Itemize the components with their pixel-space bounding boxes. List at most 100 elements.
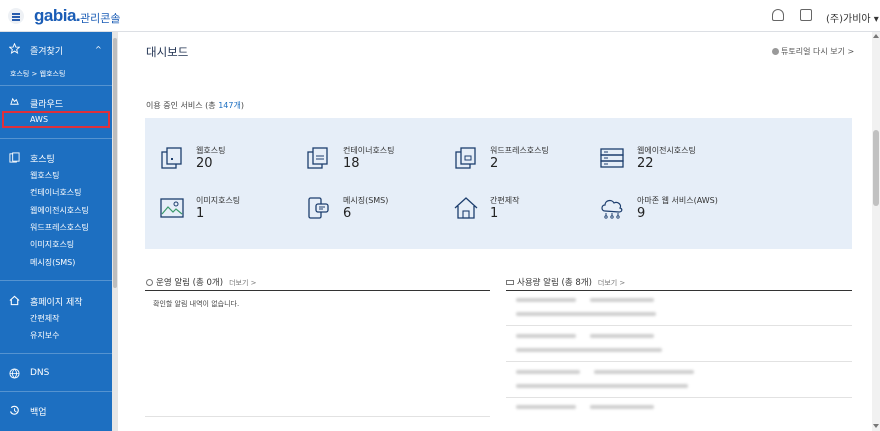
- sidebar-item-cloud[interactable]: 클라우드: [30, 97, 63, 110]
- gear-icon: [146, 279, 153, 286]
- services-caption-prefix: 이용 중인 서비스 (총: [146, 101, 219, 110]
- blurred-text: [516, 405, 576, 409]
- wordpress-hosting-icon: [455, 147, 476, 169]
- service-name[interactable]: 간편제작: [490, 195, 519, 206]
- sidebar-item-homepage[interactable]: 홈페이지 제작: [30, 295, 83, 308]
- blurred-text: [594, 370, 694, 374]
- service-name[interactable]: 웹에이전시호스팅: [637, 145, 696, 156]
- sidebar-scroll-thumb[interactable]: [113, 38, 117, 288]
- sidebar-item-wordpress-hosting[interactable]: 워드프레스호스팅: [30, 222, 89, 233]
- sidebar-item-easy-build[interactable]: 간편제작: [30, 313, 59, 324]
- list-divider: [506, 397, 852, 398]
- sidebar-divider: [0, 138, 112, 139]
- gabia-logo[interactable]: gabia.: [34, 6, 81, 26]
- ops-notice-bottom-divider: [145, 416, 490, 417]
- services-panel: [145, 118, 852, 249]
- chevron-up-icon[interactable]: ^: [95, 45, 102, 54]
- ops-notice-empty: 확인할 알림 내역이 없습니다.: [153, 300, 240, 308]
- service-name[interactable]: 이미지호스팅: [196, 195, 240, 206]
- sidebar-item-container-hosting[interactable]: 컨테이너호스팅: [30, 187, 82, 198]
- favorite-breadcrumb[interactable]: 호스팅 > 웹호스팅: [10, 69, 65, 79]
- services-caption-suffix: ): [240, 101, 244, 110]
- service-name[interactable]: 컨테이너호스팅: [343, 145, 395, 156]
- bell-icon[interactable]: [772, 9, 784, 21]
- agency-hosting-icon: [600, 148, 624, 168]
- sidebar-item-aws[interactable]: AWS: [30, 115, 48, 124]
- sidebar-divider: [0, 353, 112, 354]
- service-name[interactable]: 아마존 웹 서비스(AWS): [637, 195, 718, 206]
- console-label: 관리콘솔: [80, 12, 121, 25]
- sidebar-divider: [0, 391, 112, 392]
- service-count[interactable]: 6: [343, 206, 351, 221]
- home-icon: [454, 197, 478, 219]
- service-name[interactable]: 웹호스팅: [196, 145, 225, 156]
- service-count[interactable]: 1: [196, 206, 204, 221]
- list-divider: [506, 325, 852, 326]
- sidebar-divider: [0, 280, 112, 281]
- sidebar-item-dns[interactable]: DNS: [30, 368, 49, 378]
- usage-notice-title: 사용량 알림 (총 8개): [517, 278, 592, 288]
- sidebar-item-sms[interactable]: 메시징(SMS): [30, 257, 75, 268]
- usage-notice-header: 사용량 알림 (총 8개) 더보기 >: [506, 276, 625, 288]
- document-icon[interactable]: [800, 9, 812, 21]
- sidebar-item-agency-hosting[interactable]: 웹에이전시호스팅: [30, 205, 89, 216]
- container-hosting-icon: [307, 147, 328, 169]
- usage-notice-more-link[interactable]: 더보기 >: [598, 279, 625, 287]
- blurred-text: [516, 312, 656, 316]
- web-hosting-icon: [161, 147, 182, 169]
- sidebar-item-hosting[interactable]: 호스팅: [30, 152, 55, 165]
- home-icon: [9, 295, 20, 306]
- sms-icon: [308, 197, 329, 219]
- blurred-text: [590, 405, 654, 409]
- service-count[interactable]: 9: [637, 206, 645, 221]
- sidebar-item-maintenance[interactable]: 유지보수: [30, 330, 59, 341]
- ops-notice-title: 운영 알림 (총 0개): [156, 278, 224, 288]
- usage-notice-divider: [506, 290, 852, 291]
- sidebar-divider: [0, 85, 112, 86]
- ops-notice-more-link[interactable]: 더보기 >: [229, 279, 256, 287]
- page-scroll-thumb[interactable]: [873, 130, 879, 206]
- service-count[interactable]: 18: [343, 156, 360, 171]
- service-name[interactable]: 메시징(SMS): [343, 195, 388, 206]
- blurred-text: [516, 384, 688, 388]
- list-divider: [506, 361, 852, 362]
- globe-icon: [9, 368, 20, 379]
- sidebar-item-favorites[interactable]: 즐겨찾기: [30, 44, 63, 57]
- tutorial-label: 튜토리얼 다시 보기 >: [781, 47, 855, 56]
- tutorial-link[interactable]: 튜토리얼 다시 보기 >: [772, 46, 854, 57]
- blurred-text: [590, 298, 654, 302]
- hamburger-menu-icon[interactable]: [8, 8, 24, 24]
- blurred-text: [516, 370, 580, 374]
- ops-notice-header: 운영 알림 (총 0개) 더보기 >: [146, 276, 257, 288]
- scroll-down-arrow-icon[interactable]: [873, 424, 879, 428]
- services-caption: 이용 중인 서비스 (총 147개): [146, 100, 244, 111]
- service-count[interactable]: 2: [490, 156, 498, 171]
- service-count[interactable]: 20: [196, 156, 213, 171]
- page-title: 대시보드: [146, 45, 189, 59]
- blurred-text: [516, 298, 576, 302]
- image-hosting-icon: [160, 198, 184, 218]
- cloud-icon: [10, 97, 19, 105]
- services-total: 147개: [218, 101, 241, 110]
- scroll-up-arrow-icon[interactable]: [873, 34, 879, 38]
- ops-notice-divider: [145, 290, 490, 291]
- sidebar-item-web-hosting[interactable]: 웹호스팅: [30, 170, 59, 181]
- page-scrollbar[interactable]: [872, 32, 880, 431]
- service-count[interactable]: 22: [637, 156, 654, 171]
- blurred-text: [516, 334, 576, 338]
- aws-highlight-box: [2, 111, 110, 128]
- blurred-text: [590, 334, 654, 338]
- hosting-icon: [9, 152, 20, 163]
- star-icon: [9, 43, 20, 54]
- service-name[interactable]: 워드프레스호스팅: [490, 145, 549, 156]
- info-icon: [772, 48, 779, 55]
- service-count[interactable]: 1: [490, 206, 498, 221]
- top-bar: [0, 0, 880, 32]
- battery-icon: [506, 280, 514, 285]
- sidebar-item-image-hosting[interactable]: 이미지호스팅: [30, 239, 74, 250]
- backup-icon: [10, 405, 19, 415]
- sidebar-item-backup[interactable]: 백업: [30, 405, 47, 418]
- blurred-text: [516, 348, 662, 352]
- aws-cloud-icon: [601, 199, 623, 219]
- user-menu[interactable]: (주)가비아 ▾: [826, 10, 879, 25]
